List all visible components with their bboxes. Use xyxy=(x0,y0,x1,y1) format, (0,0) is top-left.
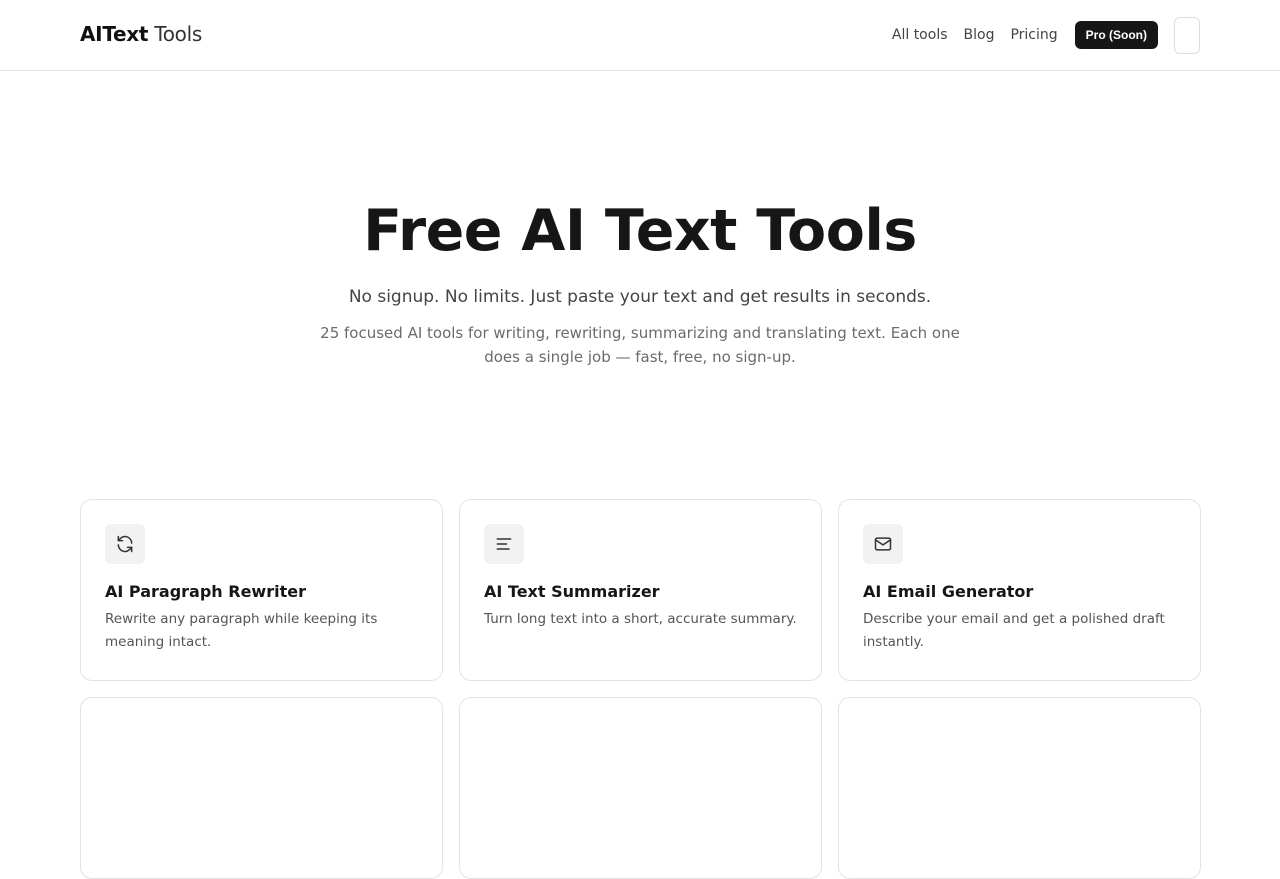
page-title: Free AI Text Tools xyxy=(363,198,917,264)
tool-title: AI Email Generator xyxy=(863,582,1034,601)
hero-subtitle: No signup. No limits. Just paste your te… xyxy=(348,287,932,307)
tool-title: AI Paragraph Rewriter xyxy=(105,582,306,601)
pro-button[interactable]: Pro (Soon) xyxy=(1074,21,1158,49)
nav-link-blog[interactable]: Blog xyxy=(964,27,995,43)
tool-description: Turn long text into a short, accurate su… xyxy=(484,611,797,627)
site-header: AIText Tools All tools Blog Pricing Pro … xyxy=(0,0,1280,71)
brand-name-strong: AIText xyxy=(80,22,149,46)
menu-button[interactable] xyxy=(1174,16,1200,54)
brand-logo[interactable]: AIText Tools xyxy=(80,22,202,46)
hero-section: Free AI Text Tools No signup. No limits.… xyxy=(0,190,1280,369)
main-nav: All tools Blog Pricing Pro (Soon) xyxy=(892,16,1200,54)
tool-description: Describe your email and get a polished d… xyxy=(863,611,1165,650)
hero-description: 25 focused AI tools for writing, rewriti… xyxy=(320,324,960,366)
tool-card[interactable] xyxy=(838,697,1201,879)
tool-card[interactable] xyxy=(80,697,443,879)
tools-grid: AI Paragraph Rewriter Rewrite any paragr… xyxy=(80,499,1201,879)
tool-card-text-summarizer[interactable]: AI Text Summarizer Turn long text into a… xyxy=(459,499,822,681)
tool-card[interactable] xyxy=(459,697,822,879)
brand-name-light: Tools xyxy=(154,22,202,46)
tool-description: Rewrite any paragraph while keeping its … xyxy=(105,611,378,650)
tool-title: AI Text Summarizer xyxy=(484,582,660,601)
nav-link-pricing[interactable]: Pricing xyxy=(1010,27,1057,43)
text-lines-icon xyxy=(484,524,524,564)
tool-card-email-generator[interactable]: AI Email Generator Describe your email a… xyxy=(838,499,1201,681)
tool-card-paragraph-rewriter[interactable]: AI Paragraph Rewriter Rewrite any paragr… xyxy=(80,499,443,681)
refresh-icon xyxy=(105,524,145,564)
nav-link-all-tools[interactable]: All tools xyxy=(892,27,948,43)
mail-icon xyxy=(863,524,903,564)
